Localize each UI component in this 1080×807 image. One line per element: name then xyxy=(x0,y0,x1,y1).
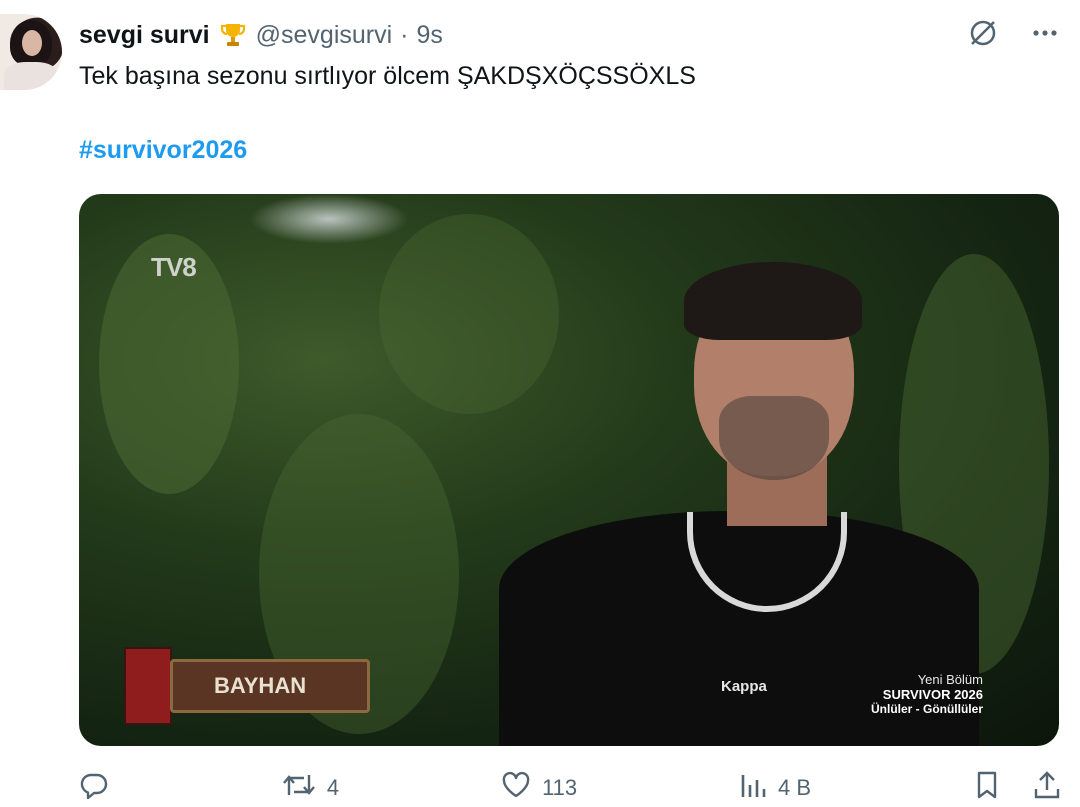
retweet-button[interactable]: 4 xyxy=(281,769,339,807)
nametag-flag xyxy=(124,647,172,725)
promo-line-1: Yeni Bölüm xyxy=(917,672,983,687)
author-display-name[interactable]: sevgi survi xyxy=(79,21,210,50)
views-count: 4 B xyxy=(778,775,812,800)
tweet-text: Tek başına sezonu sırtlıyor ölcem ŞAKDŞX… xyxy=(79,62,696,90)
header-actions xyxy=(966,16,1062,50)
nametag-label: BAYHAN xyxy=(214,673,307,698)
like-count: 113 xyxy=(542,775,578,800)
author-handle[interactable]: @sevgisurvi xyxy=(256,21,393,50)
promo-line-3: Ünlüler - Gönüllüler xyxy=(870,702,983,716)
trophy-icon xyxy=(218,20,248,50)
heart-icon xyxy=(500,769,532,807)
avatar[interactable] xyxy=(0,14,62,90)
share-button[interactable] xyxy=(1032,769,1062,807)
contestant-hair xyxy=(684,262,862,340)
tweet-actions: 4 113 4 B xyxy=(78,770,1062,806)
views-button[interactable]: 4 B xyxy=(738,769,811,807)
share-icon xyxy=(1032,769,1062,807)
bookmark-button[interactable] xyxy=(972,769,1002,807)
contestant-nametag: BAYHAN xyxy=(124,647,374,725)
background-sky xyxy=(249,194,409,244)
tweet-media[interactable]: TV8 Kappa BAYHAN Yeni Bölüm SURVIVOR 202… xyxy=(79,194,1059,746)
reply-icon xyxy=(78,769,110,807)
retweet-icon xyxy=(281,769,317,807)
analytics-icon xyxy=(738,769,768,807)
channel-logo: TV8 xyxy=(151,252,197,283)
episode-promo: Yeni Bölüm SURVIVOR 2026 Ünlüler - Gönül… xyxy=(871,672,983,716)
grok-icon[interactable] xyxy=(966,16,1000,50)
promo-line-2: SURVIVOR 2026 xyxy=(882,687,983,702)
hashtag-link[interactable]: #survivor2026 xyxy=(79,136,247,165)
separator-dot: · xyxy=(400,20,409,49)
channel-logo-text: TV8 xyxy=(151,252,197,282)
right-actions xyxy=(972,769,1062,807)
reply-button[interactable] xyxy=(78,769,120,807)
like-button[interactable]: 113 xyxy=(500,769,577,807)
tweet-header: sevgi survi @sevgisurvi · 9s xyxy=(79,20,443,50)
bookmark-icon xyxy=(972,769,1002,807)
contestant-beard xyxy=(719,396,829,480)
timestamp[interactable]: 9s xyxy=(417,21,443,50)
retweet-count: 4 xyxy=(326,775,340,800)
shirt-brand: Kappa xyxy=(721,678,767,695)
more-icon[interactable] xyxy=(1028,16,1062,50)
